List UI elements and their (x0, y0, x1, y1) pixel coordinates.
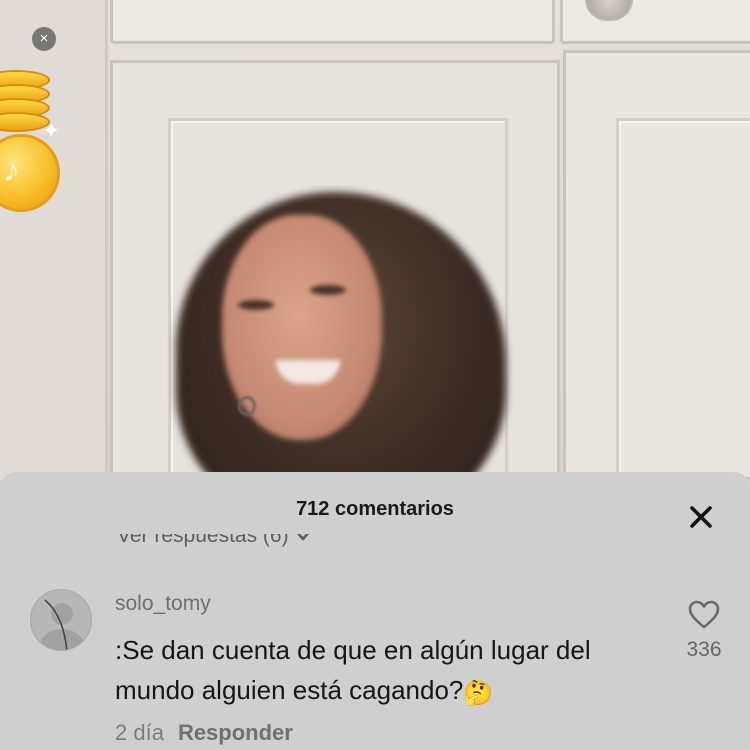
coin-icon: ♪ (0, 134, 60, 212)
heart-icon[interactable] (688, 600, 720, 630)
door-panel (616, 118, 750, 488)
comment-body: :Se dan cuenta de que en algún lugar del… (115, 635, 591, 705)
tiktok-note-icon: ♪ (3, 151, 20, 189)
view-replies-link[interactable]: Ver respuestas (6) (117, 534, 312, 558)
thinking-face-emoji: 🤔 (463, 680, 494, 707)
chevron-down-icon (297, 534, 310, 541)
reply-button[interactable]: Responder (178, 720, 293, 745)
close-promo-button[interactable]: × (32, 27, 56, 51)
cabinet-knob (585, 0, 633, 21)
default-avatar-icon (40, 599, 84, 650)
comments-count-title: 712 comentarios (296, 498, 454, 520)
comment-username[interactable]: solo_tomy (115, 592, 211, 616)
view-replies-label: Ver respuestas (6) (117, 534, 289, 547)
like-count: 336 (686, 638, 722, 661)
person-eye (310, 285, 346, 295)
coin-promo[interactable]: ♪ ✦ (0, 62, 72, 212)
upper-cabinet-left (110, 0, 631, 44)
comment-time: 2 día (115, 720, 164, 745)
person-eye (238, 300, 274, 310)
person-earring (238, 396, 256, 416)
screen: ♪ ✦ × 712 comentarios Ver respuestas (6) (0, 0, 750, 750)
sparkle-icon: ✦ (42, 118, 61, 143)
avatar[interactable] (30, 589, 92, 651)
comment-meta: 2 día Responder (115, 720, 293, 746)
comment-text: :Se dan cuenta de que en algún lugar del… (115, 630, 660, 714)
cabinet-door-right (563, 50, 750, 488)
comments-sheet: 712 comentarios Ver respuestas (6) solo_… (0, 472, 750, 750)
upper-cabinet-right (560, 0, 750, 44)
close-icon[interactable] (686, 502, 716, 532)
